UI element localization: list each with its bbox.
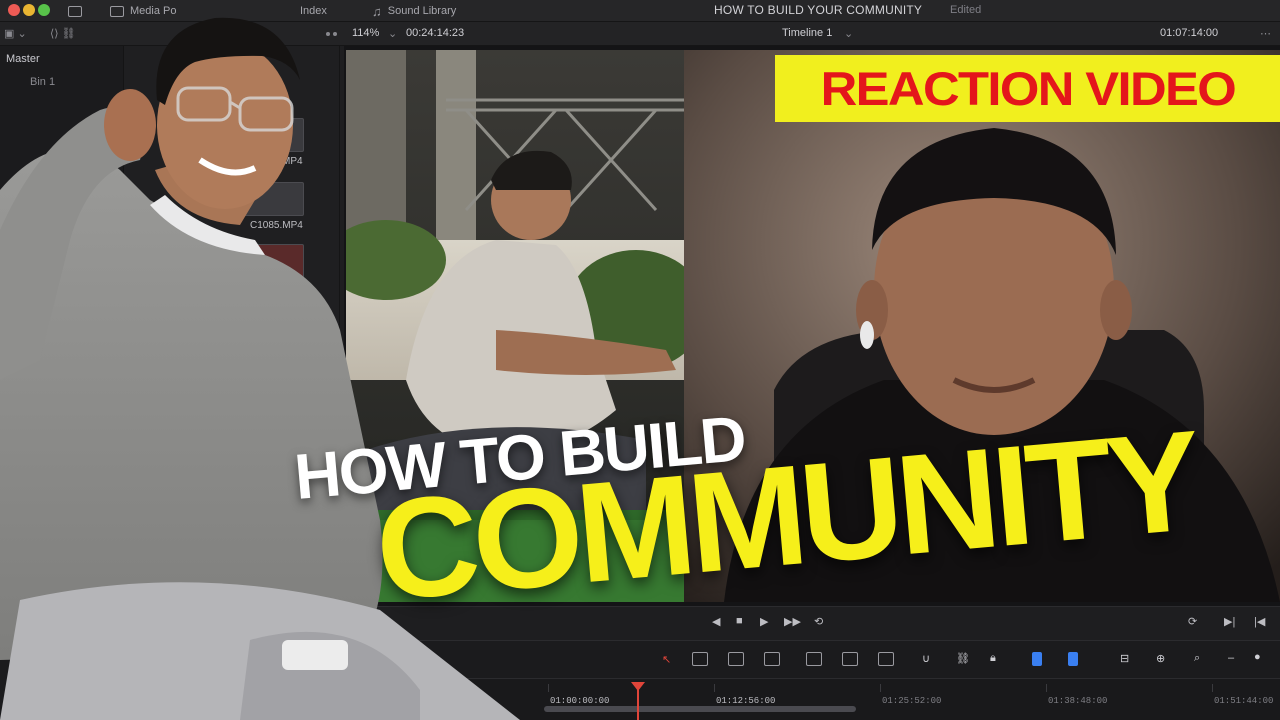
dynamic-trim-icon[interactable] bbox=[728, 652, 744, 666]
stop-icon[interactable]: ■ bbox=[736, 615, 743, 627]
timeline-timecode: 01:12:56:00 bbox=[716, 696, 776, 706]
badge-text: REACTION VIDEO bbox=[820, 62, 1236, 115]
snapping-icon[interactable]: ∪ bbox=[922, 652, 930, 665]
trim-tool-icon[interactable] bbox=[692, 652, 708, 666]
in-point-icon[interactable]: ▶| bbox=[1224, 615, 1235, 628]
match-frame-icon[interactable]: ⟳ bbox=[1188, 615, 1197, 628]
more-options-icon[interactable]: ⋯ bbox=[1260, 27, 1271, 40]
replace-clip-icon[interactable] bbox=[878, 652, 894, 666]
timeline-name[interactable]: Timeline 1 bbox=[782, 27, 832, 39]
zoom-slider-handle[interactable]: ● bbox=[1254, 651, 1261, 663]
zoom-detail-icon[interactable]: ⊕ bbox=[1156, 652, 1165, 665]
timeline-timecode: 01:38:48:00 bbox=[1048, 696, 1108, 706]
lock-icon[interactable]: 🔒︎ bbox=[990, 652, 996, 665]
timeline-timecode: 01:00:00:00 bbox=[550, 696, 610, 706]
linked-selection-icon[interactable]: ⛓ bbox=[956, 652, 970, 665]
play-reverse-icon[interactable]: ◀ bbox=[712, 615, 720, 628]
loop-icon[interactable]: ⟲ bbox=[814, 615, 823, 628]
play-icon[interactable]: ▶ bbox=[760, 615, 768, 628]
playhead-handle[interactable] bbox=[631, 682, 645, 691]
marker-icon[interactable] bbox=[1068, 652, 1078, 666]
reaction-video-badge: REACTION VIDEO bbox=[775, 55, 1280, 122]
record-timecode: 01:07:14:00 bbox=[1160, 27, 1219, 39]
project-title: HOW TO BUILD YOUR COMMUNITY bbox=[714, 3, 923, 17]
flag-icon[interactable] bbox=[1032, 652, 1042, 666]
timeline-timecode: 01:51:44:00 bbox=[1214, 696, 1274, 706]
timeline-dropdown-icon[interactable]: ⌄ bbox=[844, 27, 853, 40]
blade-tool-icon[interactable] bbox=[764, 652, 780, 666]
overwrite-clip-icon[interactable] bbox=[842, 652, 858, 666]
timeline-track-clip[interactable] bbox=[544, 706, 856, 712]
out-point-icon[interactable]: |◀ bbox=[1254, 615, 1265, 628]
timeline-timecode: 01:25:52:00 bbox=[882, 696, 942, 706]
zoom-out-icon[interactable]: – bbox=[1228, 652, 1234, 664]
next-clip-icon[interactable]: ▶▶ bbox=[784, 615, 801, 628]
project-status: Edited bbox=[950, 4, 982, 16]
zoom-custom-icon[interactable]: ⌕ bbox=[1194, 652, 1200, 665]
insert-clip-icon[interactable] bbox=[806, 652, 822, 666]
thumbnail-stage: Media Po Index ♫ Sound Library HOW TO BU… bbox=[0, 0, 1280, 720]
selection-tool-icon[interactable]: ↖ bbox=[662, 653, 671, 666]
zoom-full-icon[interactable]: ⊟ bbox=[1120, 652, 1129, 665]
